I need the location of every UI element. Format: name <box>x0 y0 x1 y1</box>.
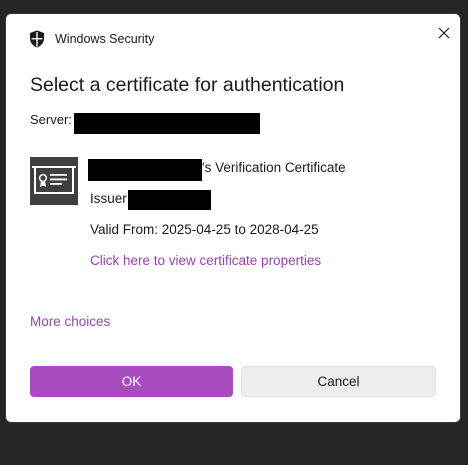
close-button[interactable] <box>430 22 458 44</box>
more-choices-link[interactable]: More choices <box>30 314 110 329</box>
issuer-label: Issuer: <box>90 191 131 206</box>
server-value-redacted <box>74 113 260 134</box>
certificate-icon[interactable] <box>30 157 78 205</box>
close-icon <box>438 27 450 39</box>
certificate-name-redacted <box>88 159 202 181</box>
certificate-name-suffix: 's Verification Certificate <box>202 160 346 175</box>
cancel-button[interactable]: Cancel <box>241 366 436 397</box>
certificate-properties-link[interactable]: Click here to view certificate propertie… <box>90 253 321 268</box>
windows-security-dialog: Windows Security Select a certificate fo… <box>6 14 460 422</box>
issuer-value-redacted <box>128 190 211 210</box>
dialog-heading: Select a certificate for authentication <box>30 74 345 96</box>
shield-icon <box>30 30 44 48</box>
window-title: Windows Security <box>55 32 155 46</box>
valid-from-text: Valid From: 2025-04-25 to 2028-04-25 <box>90 222 319 237</box>
ok-button[interactable]: OK <box>30 366 233 397</box>
server-label: Server: <box>30 112 72 127</box>
